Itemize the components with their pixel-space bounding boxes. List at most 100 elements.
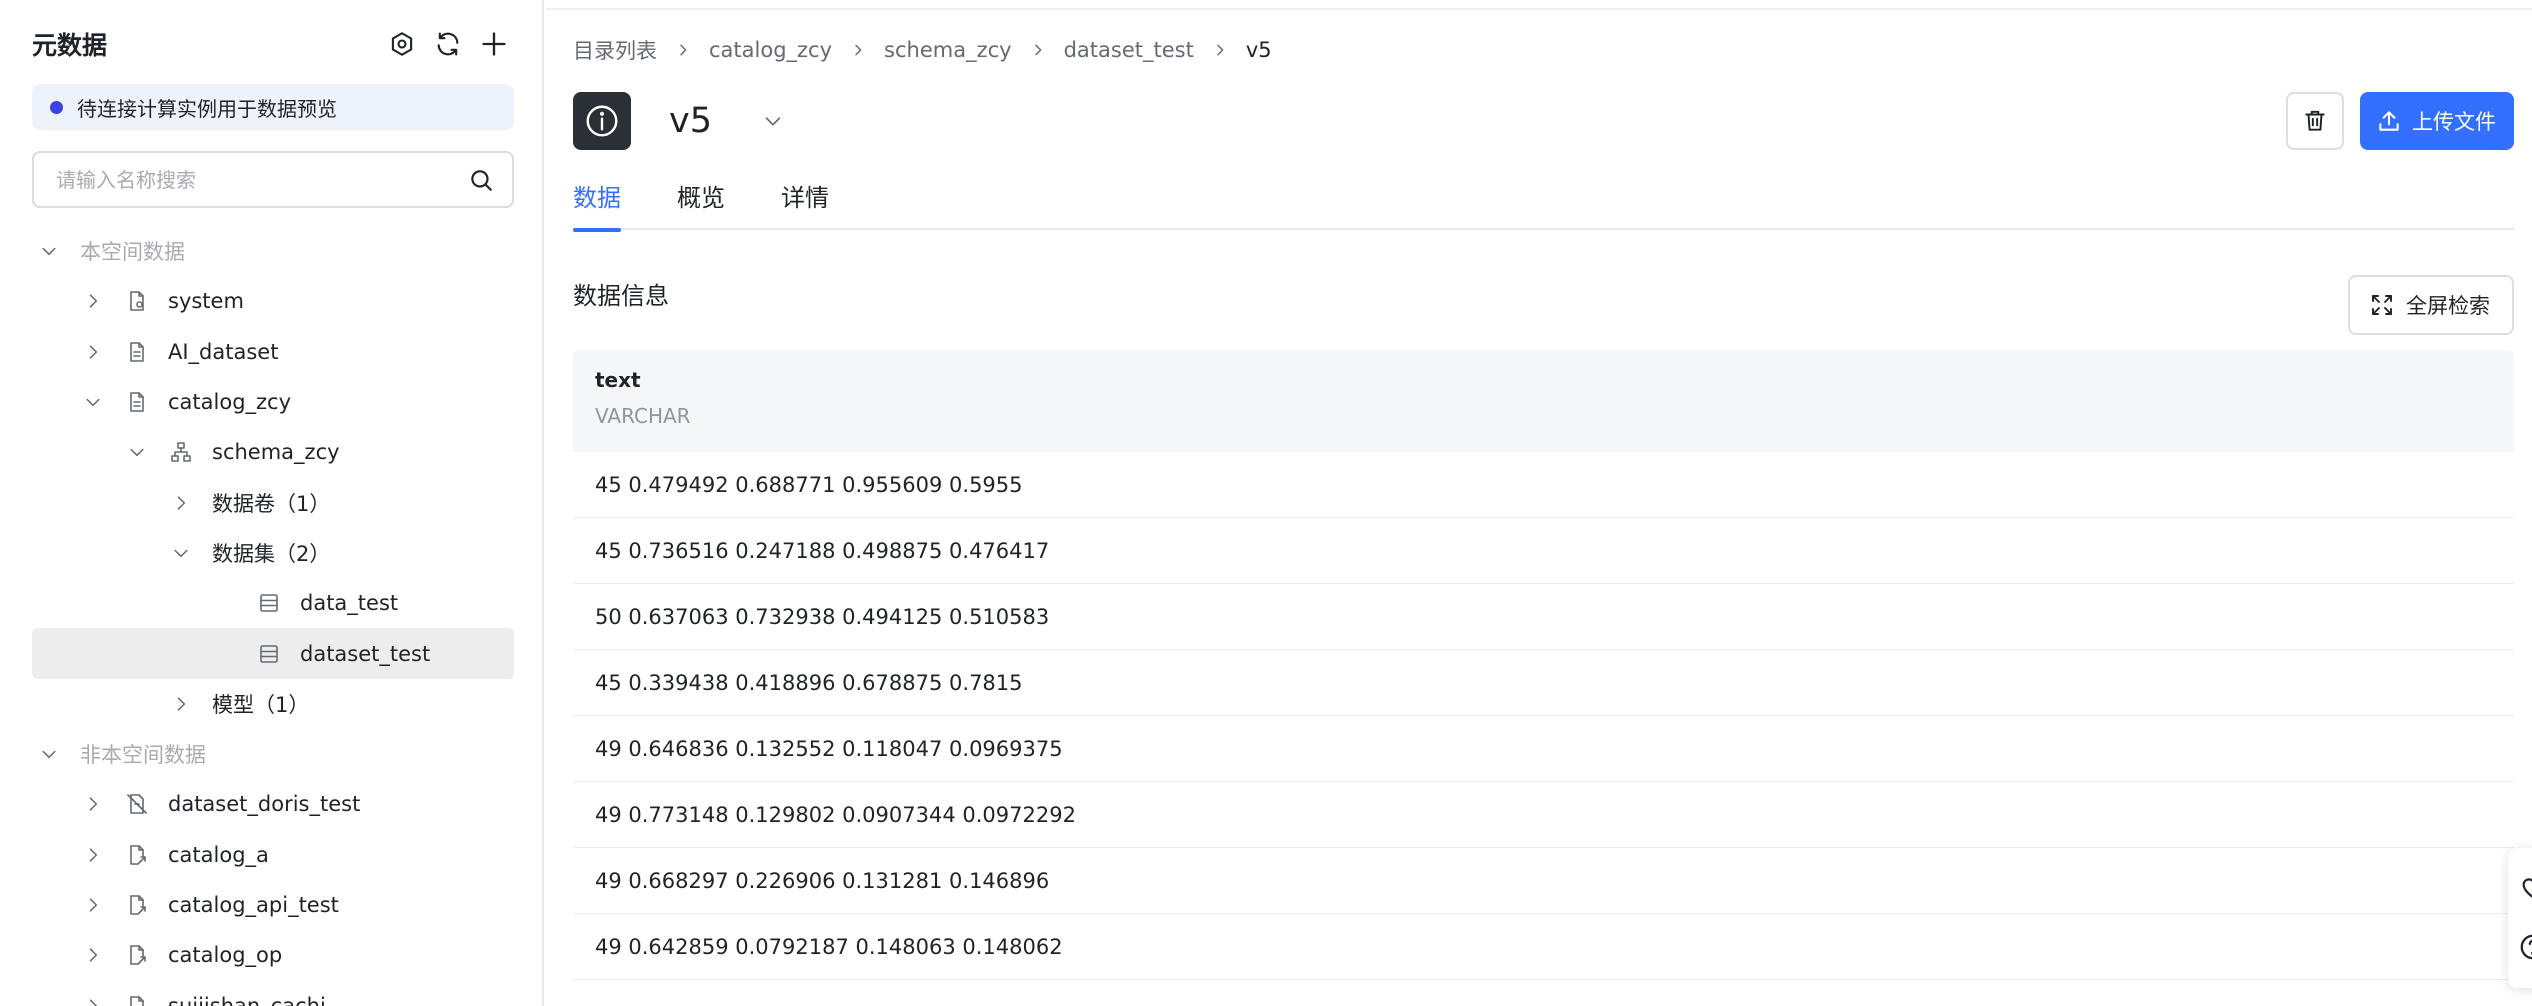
table-row: 49 0.642859 0.0792187 0.148063 0.148062 [573,914,2514,980]
chevron-right-icon[interactable] [82,793,104,815]
tree-item[interactable]: system [32,276,514,326]
breadcrumb-item[interactable]: catalog_zcy [709,38,832,62]
title-row: v5 上传文件 [573,92,2514,150]
fullscreen-icon [2372,295,2392,315]
document-icon [124,389,150,415]
plus-icon [482,32,506,56]
delete-button[interactable] [2286,92,2344,150]
tree-item-label: catalog_a [168,842,269,867]
metadata-tree: 本空间数据 system AI_dataset catalog_zcy schema_z… [32,226,514,1006]
tree-item[interactable]: catalog_op [32,930,514,980]
version-dropdown[interactable] [762,109,786,133]
search-input[interactable] [56,167,468,192]
tree-group[interactable]: 非本空间数据 [32,729,514,779]
tree-item-label: 模型（1） [212,692,310,717]
gear-icon [391,32,413,56]
tab-item[interactable]: 数据 [573,178,621,232]
tree-item-label: AI_dataset [168,339,279,364]
tree-item[interactable]: 模型（1） [32,679,514,729]
chevron-right-icon[interactable] [170,693,192,715]
table-row: 49 0.668297 0.226906 0.131281 0.146896 [573,848,2514,914]
tree-item-label: system [168,289,244,314]
sidebar-title: 元数据 [32,31,108,60]
linked-document-icon [124,993,150,1006]
tree-group[interactable]: 本空间数据 [32,226,514,276]
floating-toolbar [2508,848,2532,988]
chevron-right-icon[interactable] [82,995,104,1006]
system-document-icon [124,288,150,314]
tree-item-label: catalog_api_test [168,893,339,917]
upload-file-label: 上传文件 [2412,110,2496,134]
table-row: 50 0.637063 0.732938 0.494125 0.510583 [573,584,2514,650]
chevron-right-icon[interactable] [82,894,104,916]
tree-item-label: data_test [300,591,399,616]
info-icon [586,105,618,137]
refresh-button[interactable] [432,28,464,60]
search-box [32,151,514,208]
top-divider [546,8,2532,10]
tree-item-label: catalog_op [168,943,283,968]
tree-item-label: 数据集（2） [212,541,331,566]
tree-item[interactable]: catalog_api_test [32,880,514,930]
tree-item-label: 非本空间数据 [80,743,206,768]
tree-item[interactable]: AI_dataset [32,327,514,377]
chevron-right-icon[interactable] [170,492,192,514]
tree-item-label: suijishan_cachi [168,993,326,1006]
upload-file-button[interactable]: 上传文件 [2360,92,2514,150]
upload-icon [2379,111,2399,131]
breadcrumb-separator-icon [850,42,866,58]
breadcrumb-item[interactable]: dataset_test [1064,38,1194,62]
chevron-right-icon[interactable] [82,341,104,363]
breadcrumb-item[interactable]: schema_zcy [884,38,1012,62]
favorite-button[interactable] [2518,872,2532,902]
document-icon [124,339,150,365]
metadata-sidebar: 元数据 待连接计算实例用于数据预览 请输入名称搜索 本空间数据 system A… [0,0,544,1006]
tree-item-label: 本空间数据 [80,240,185,265]
table-header: text VARCHAR [573,350,2514,452]
column-name: text [595,368,641,392]
table-icon [256,641,282,667]
refresh-icon [437,32,459,56]
table-row: 45 0.736516 0.247188 0.498875 0.476417 [573,518,2514,584]
chevron-down-icon[interactable] [126,441,148,463]
chevron-down-icon[interactable] [170,542,192,564]
tree-item[interactable]: 数据卷（1） [32,477,514,527]
breadcrumb-separator-icon [1212,42,1228,58]
linked-document-icon [124,942,150,968]
tree-item[interactable]: dataset_test [32,628,514,679]
chevron-down-icon[interactable] [82,391,104,413]
chevron-down-icon[interactable] [38,743,60,765]
tree-item-label: dataset_doris_test [168,792,361,817]
breadcrumb-item[interactable]: 目录列表 [573,35,657,65]
tree-item[interactable]: suijishan_cachi [32,980,514,1006]
chevron-right-icon[interactable] [82,944,104,966]
heart-icon [2522,878,2532,898]
tree-item[interactable]: catalog_zcy [32,377,514,427]
breadcrumb-separator-icon [675,42,691,58]
chevron-right-icon[interactable] [82,290,104,312]
tree-item[interactable]: catalog_a [32,830,514,880]
search-icon[interactable] [468,167,494,193]
tab-item[interactable]: 详情 [781,178,829,230]
tree-item[interactable]: 数据集（2） [32,528,514,578]
tree-item[interactable]: schema_zcy [32,427,514,477]
page-title: v5 [669,101,712,141]
tree-item[interactable]: data_test [32,578,514,628]
notice-text: 待连接计算实例用于数据预览 [77,96,337,121]
schema-icon [168,439,194,465]
tree-item-label: 数据卷（1） [212,491,331,516]
notice-dot [50,100,63,114]
tab-item[interactable]: 概览 [677,178,725,230]
add-button[interactable] [478,28,510,60]
tree-item[interactable]: dataset_doris_test [32,779,514,829]
chevron-right-icon[interactable] [82,844,104,866]
fullscreen-search-button[interactable]: 全屏检索 [2348,275,2514,335]
trash-icon [2305,110,2325,131]
linked-document-icon [124,842,150,868]
chevron-down-icon[interactable] [38,240,60,262]
table-icon [256,590,282,616]
tree-item-label: dataset_test [300,641,431,666]
help-button[interactable] [2518,932,2532,962]
settings-button[interactable] [386,28,418,60]
